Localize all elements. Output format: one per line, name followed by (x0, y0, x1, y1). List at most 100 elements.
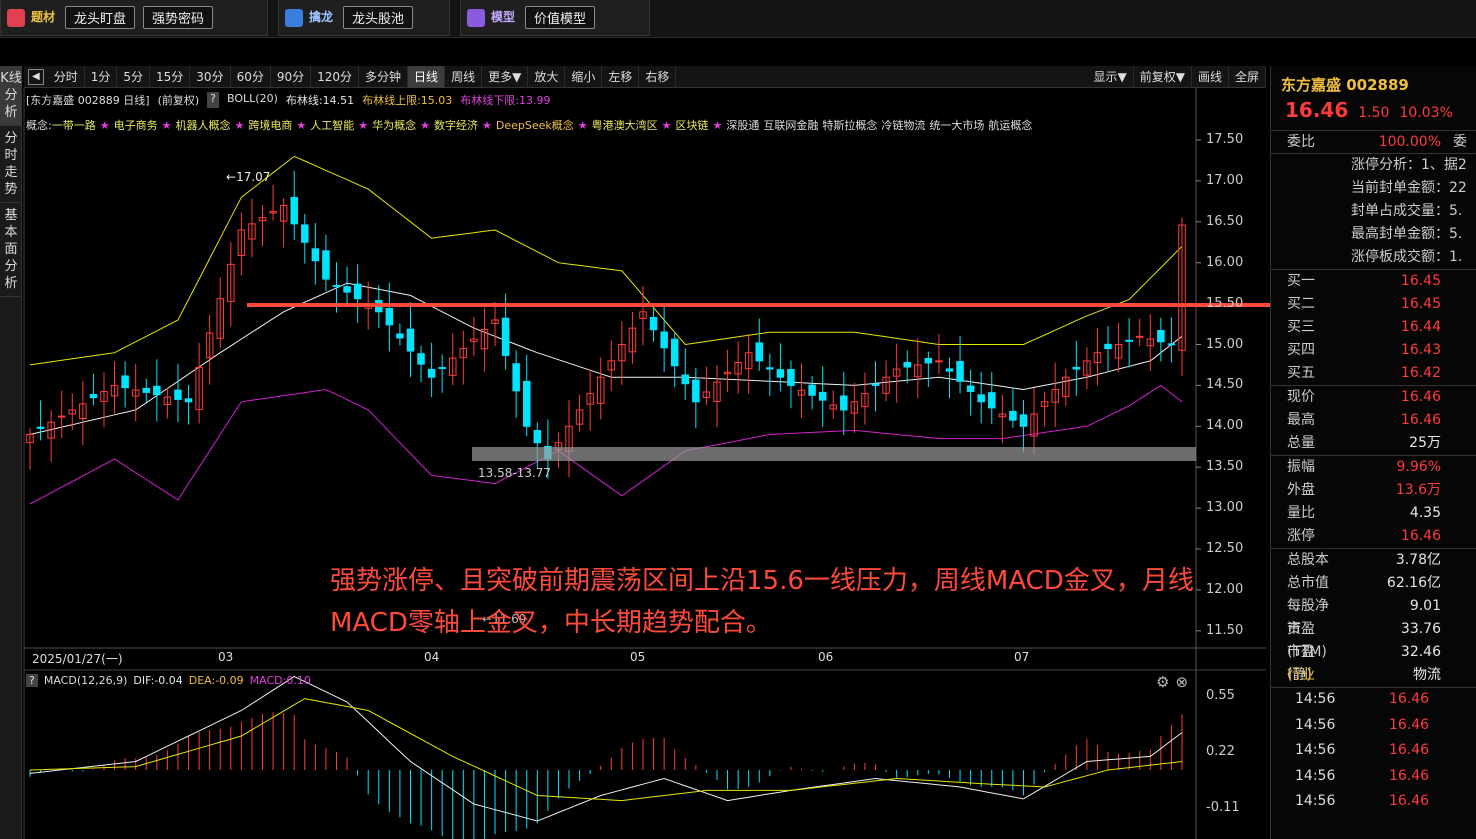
stat-row-label: 外盘 (1287, 482, 1315, 498)
stat-row: 量比 4.35 (1271, 502, 1476, 525)
price-level-label: 15.50 (1206, 295, 1244, 311)
candle-down (533, 430, 542, 444)
tick-time: 14:56 (1295, 691, 1336, 707)
candle-down (332, 285, 341, 288)
candle-down (755, 342, 763, 362)
price-level-label: 14.00 (1206, 418, 1244, 434)
bid-row: 买一 16.45 (1271, 270, 1476, 293)
macd-info-line: ? MACD(12,26,9) DIF:-0.04 DEA:-0.09 MACD… (26, 674, 311, 687)
candle-down (977, 394, 985, 403)
chart-frame (23, 88, 1266, 839)
month-label-04: 04 (424, 650, 440, 664)
candle-down (121, 375, 129, 389)
gear-icon[interactable]: ⚙ (1156, 673, 1169, 691)
limit-info-line: 涨停分析：1、据2 (1351, 157, 1467, 173)
kline-chart[interactable] (0, 0, 1476, 839)
candle-down (184, 398, 193, 403)
stat-row-label: 总量 (1287, 435, 1315, 451)
bid-row-label: 买一 (1287, 273, 1315, 289)
bid-row-label: 买五 (1287, 365, 1315, 381)
macd-level-high: 0.55 (1206, 688, 1235, 703)
macd-panel-controls: ⚙ ⊗ (1156, 673, 1188, 691)
stat-row-value: 9.96% (1396, 459, 1441, 475)
price-level-label: 17.00 (1206, 172, 1244, 188)
price-level-label: 13.50 (1206, 459, 1244, 475)
tick-time: 14:56 (1295, 793, 1336, 809)
tick-row: 14:56 16.46 (1271, 765, 1476, 791)
candle-down (396, 333, 404, 339)
stat-row-value: 4.35 (1409, 505, 1441, 521)
support-range-label: 13.58-13.77 (478, 466, 552, 480)
price-change: 1.50 (1358, 105, 1390, 121)
candle-down (522, 380, 531, 427)
candle-down (1157, 330, 1165, 343)
candle-up (935, 360, 943, 363)
tick-row: 14:56 16.46 (1271, 739, 1476, 765)
stat-row: 振幅 9.96% (1271, 456, 1476, 479)
tick-price: 16.46 (1389, 716, 1430, 733)
price-level-label: 13.00 (1206, 500, 1244, 516)
current-price: 16.46 (1285, 98, 1349, 122)
tick-price: 16.46 (1389, 793, 1430, 809)
stat-row: 外盘 13.6万 (1271, 479, 1476, 502)
candle-down (903, 361, 911, 368)
candle-down (1019, 414, 1028, 427)
stat-row-label: 量比 (1287, 505, 1315, 521)
candle-down (501, 317, 510, 356)
macd-help-icon[interactable]: ? (26, 674, 38, 687)
limit-analysis: 涨停分析：1、据2 当前封单金额：22 封单占成交量：5. 最高封单金额：5. 涨停板成… (1271, 153, 1476, 269)
candle-down (301, 224, 309, 243)
macd-dif: DIF:-0.04 (133, 674, 183, 687)
stat-row: 市盈(TTM) 33.76 (1271, 618, 1476, 660)
stat-row-value: 62.16亿 (1386, 575, 1441, 591)
price-level-label: 14.50 (1206, 377, 1244, 393)
stat-row-value: 9.01 (1409, 598, 1441, 614)
stat-row-label: 市盈(TTM) (1287, 621, 1327, 660)
bid-row: 买五 16.42 (1271, 362, 1476, 385)
stat-row-label: 涨停 (1287, 528, 1315, 544)
bid-row-value: 16.45 (1400, 296, 1441, 312)
month-label-03: 03 (218, 650, 234, 664)
stats-block-fundamental: 总股本 3.78亿 总市值 62.16亿 每股净资 9.01 市盈(TTM) 33.76 市盈(… (1271, 548, 1476, 683)
candle-down (924, 357, 933, 364)
stat-row-value: 16.46 (1400, 389, 1441, 405)
quote-panel: 东方嘉盛 002889 16.46 1.50 10.03% 委比 100.00%… (1270, 66, 1476, 839)
high-price-value: 17.07 (236, 170, 271, 184)
candle-down (670, 338, 679, 367)
candle-down (1167, 343, 1176, 346)
stat-row: 总量 25万 (1271, 432, 1476, 455)
candle-down (681, 374, 690, 385)
boll-upper-line (29, 155, 1183, 366)
price-change-pct: 10.03% (1399, 105, 1453, 121)
candle-down (988, 392, 996, 409)
candle-down (36, 426, 45, 429)
weibi-value: 100.00% (1378, 134, 1441, 150)
stat-row-label: 振幅 (1287, 459, 1315, 475)
candle-down (427, 368, 436, 378)
stats-block-price: 现价 16.46 最高 16.46 总量 25万 (1271, 385, 1476, 455)
limit-info-line: 封单占成交量：5. (1351, 203, 1463, 219)
bid-row-label: 买二 (1287, 296, 1315, 312)
high-price-tag: ←17.07 (226, 170, 271, 184)
price-level-label: 12.50 (1206, 541, 1244, 556)
industry-value: 物流 (1413, 667, 1441, 683)
candle-down (956, 361, 964, 382)
stat-row-label: 总市值 (1287, 575, 1329, 591)
stat-row: 市盈(静) 32.46 (1271, 641, 1476, 683)
bid-row-label: 买三 (1287, 319, 1315, 335)
candle-down (818, 391, 827, 401)
candle-down (89, 394, 98, 399)
candle-down (660, 331, 668, 349)
price-row: 16.46 1.50 10.03% (1271, 98, 1476, 130)
candle-down (343, 286, 351, 293)
stat-row-label: 最高 (1287, 412, 1315, 428)
candle-down (840, 395, 848, 411)
tick-time: 14:56 (1295, 716, 1336, 733)
bid-row: 买四 16.43 (1271, 339, 1476, 362)
candle-down (438, 367, 446, 370)
tick-price: 16.46 (1389, 742, 1430, 758)
close-icon[interactable]: ⊗ (1175, 673, 1188, 691)
bid-row-value: 16.45 (1400, 273, 1441, 289)
price-level-label: 15.00 (1206, 336, 1244, 352)
analysis-annotation: 强势涨停、且突破前期震荡区间上沿15.6一线压力，周线MACD金叉，月线MACD… (330, 566, 1194, 638)
